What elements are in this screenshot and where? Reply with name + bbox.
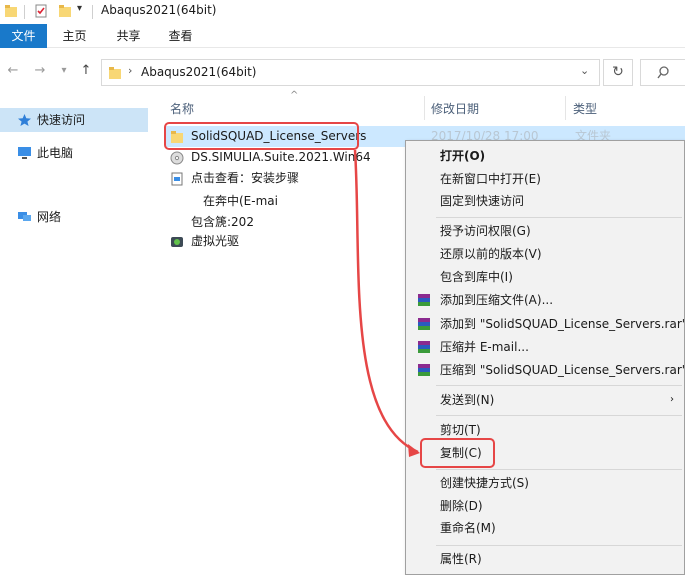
menu-item-pin-quick-access[interactable]: 固定到快速访问 (407, 190, 684, 212)
navigation-pane: 快速访问 此电脑 网络 (0, 96, 152, 575)
menu-separator (436, 469, 682, 470)
folder-icon (5, 5, 17, 17)
navigation-bar: ← → ▾ ↑ › Abaqus2021(64bit) ⌄ ↻ (0, 55, 685, 89)
back-arrow-icon[interactable]: ← (5, 63, 21, 79)
winrar-icon (418, 364, 430, 376)
column-date[interactable]: 修改日期 (431, 100, 479, 117)
annotation-highlight-copy (420, 438, 495, 468)
address-bar[interactable]: › Abaqus2021(64bit) ⌄ (101, 59, 600, 86)
submenu-arrow-icon: › (670, 394, 674, 405)
menu-item-include-library[interactable]: 包含到库中(I) (407, 266, 684, 288)
menu-item-compress-email[interactable]: 压缩并 E-mail... (407, 336, 684, 358)
sort-up-icon: ^ (290, 90, 299, 101)
file-name: 点击查看：安装步骤 (191, 171, 300, 185)
menu-item-add-to-rar[interactable]: 添加到 "SolidSQUAD_License_Servers.rar"(T (407, 313, 685, 335)
refresh-icon: ↻ (612, 64, 624, 80)
context-menu: 打开(O) 在新窗口中打开(E) 固定到快速访问 授予访问权限(G) 还原以前的… (405, 140, 685, 575)
tab-share[interactable]: 共享 (106, 24, 151, 48)
menu-item-create-shortcut[interactable]: 创建快捷方式(S) (407, 472, 684, 494)
properties-check-icon[interactable] (34, 4, 48, 18)
file-name: DS.SIMULIA.Suite.2021.Win64 (191, 150, 371, 164)
star-pin-icon (18, 114, 31, 126)
tab-home[interactable]: 主页 (52, 24, 97, 48)
menu-item-give-access[interactable]: 授予访问权限(G) (407, 220, 684, 242)
tab-file[interactable]: 文件 (0, 24, 47, 48)
winrar-icon (418, 341, 430, 353)
winrar-icon (418, 294, 430, 306)
menu-item-rename[interactable]: 重命名(M) (407, 517, 684, 539)
sidebar-item-label: 快速访问 (37, 113, 86, 127)
list-item[interactable]: 点击查看：安装步骤 (165, 168, 395, 189)
breadcrumb-chevron-icon[interactable]: › (128, 64, 132, 77)
menu-item-compress-to-rar-email[interactable]: 压缩到 "SolidSQUAD_License_Servers.rar" 并 (407, 359, 685, 381)
list-item: 在奔中(E-mai (185, 191, 305, 212)
list-item: 包含篪:202 (165, 212, 315, 233)
disc-image-icon (170, 151, 184, 165)
tab-view[interactable]: 查看 (158, 24, 203, 48)
file-name: 虚拟光驱 (191, 234, 240, 248)
divider (24, 5, 25, 19)
menu-item-delete[interactable]: 删除(D) (407, 495, 684, 517)
menu-separator (436, 385, 682, 386)
menu-item-send-to[interactable]: 发送到(N) › (407, 389, 684, 411)
sidebar-item-network[interactable]: 网络 (0, 205, 148, 229)
menu-separator (436, 415, 682, 416)
menu-item-properties[interactable]: 属性(R) (407, 548, 684, 570)
breadcrumb[interactable]: Abaqus2021(64bit) (141, 65, 256, 79)
network-icon (18, 212, 31, 221)
winrar-icon (418, 318, 430, 330)
menu-item-open-new-window[interactable]: 在新窗口中打开(E) (407, 168, 684, 190)
column-name[interactable]: 名称 (170, 100, 194, 117)
search-input[interactable] (640, 59, 685, 86)
search-icon (657, 66, 669, 79)
new-folder-icon[interactable] (58, 4, 72, 18)
menu-separator (436, 545, 682, 546)
chevron-down-icon[interactable]: ▾ (77, 3, 82, 14)
forward-arrow-icon[interactable]: → (32, 63, 48, 79)
refresh-button[interactable]: ↻ (603, 59, 633, 86)
computer-icon (18, 147, 31, 159)
divider[interactable] (565, 96, 566, 120)
menu-item-add-archive[interactable]: 添加到压缩文件(A)... (407, 289, 684, 311)
sidebar-item-label: 此电脑 (37, 146, 74, 160)
column-type[interactable]: 类型 (573, 100, 597, 117)
column-headers: ^ 名称 修改日期 类型 (160, 90, 685, 120)
up-arrow-icon[interactable]: ↑ (78, 63, 94, 79)
list-item[interactable]: DS.SIMULIA.Suite.2021.Win64 (165, 147, 395, 168)
list-item[interactable]: 虚拟光驱 (165, 231, 395, 252)
annotation-highlight-folder (164, 122, 359, 150)
menu-item-restore-versions[interactable]: 还原以前的版本(V) (407, 243, 684, 265)
file-name: 包含篪:202 (191, 215, 254, 229)
folder-icon (109, 67, 121, 79)
title-bar: ▾ Abaqus2021(64bit) (0, 0, 685, 24)
divider (92, 5, 93, 19)
sidebar-item-label: 网络 (37, 210, 62, 224)
menu-separator (436, 217, 682, 218)
document-icon (171, 172, 183, 186)
divider[interactable] (424, 96, 425, 120)
sidebar-item-this-pc[interactable]: 此电脑 (0, 141, 148, 165)
virtual-drive-icon (171, 237, 183, 247)
sidebar-item-quick-access[interactable]: 快速访问 (0, 108, 148, 132)
ribbon-tabs: 文件 主页 共享 查看 (0, 24, 685, 48)
chevron-down-icon[interactable]: ⌄ (580, 64, 589, 77)
file-name: 在奔中(E-mai (203, 194, 278, 208)
window-title: Abaqus2021(64bit) (101, 3, 217, 17)
menu-item-open[interactable]: 打开(O) (407, 145, 684, 167)
recent-locations-icon[interactable]: ▾ (56, 63, 72, 79)
